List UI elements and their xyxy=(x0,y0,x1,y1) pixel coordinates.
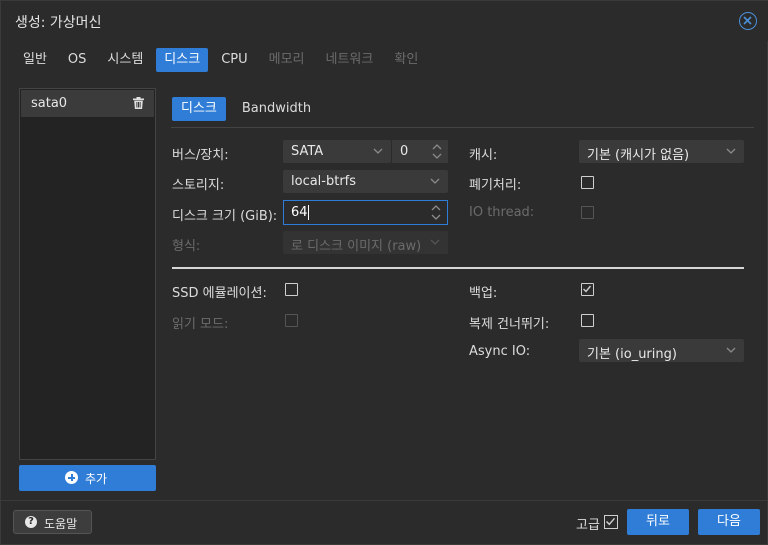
back-button[interactable]: 뒤로 xyxy=(627,509,689,535)
close-icon xyxy=(743,16,752,25)
chevron-down-icon xyxy=(430,239,440,245)
backup-label: 백업: xyxy=(469,286,498,301)
disk-size-label: 디스크 크기 (GiB): xyxy=(172,209,278,224)
device-number-value: 0 xyxy=(400,144,409,159)
skip-replication-checkbox[interactable] xyxy=(581,314,594,327)
help-label: 도움말 xyxy=(44,517,78,531)
footer-separator xyxy=(1,500,768,501)
format-select-value: 로 디스크 이미지 (raw) xyxy=(291,239,422,254)
tab-confirm: 확인 xyxy=(394,52,419,67)
subtab-separator xyxy=(171,127,754,128)
create-vm-dialog: 생성: 가상머신 일반 OS 시스템 디스크 CPU 메모리 네트워크 확인 s… xyxy=(0,0,768,545)
read-only-checkbox xyxy=(285,314,298,327)
storage-label: 스토리지: xyxy=(172,178,225,193)
plus-circle-icon xyxy=(65,471,78,484)
disk-list-item[interactable]: sata0 xyxy=(21,90,154,117)
subtab-bandwidth[interactable]: Bandwidth xyxy=(233,97,320,121)
cache-select-value: 기본 (캐시가 없음) xyxy=(587,148,690,163)
checkmark-icon xyxy=(583,285,592,293)
discard-checkbox[interactable] xyxy=(581,176,594,189)
ssd-emulation-checkbox[interactable] xyxy=(285,283,298,296)
tab-network: 네트워크 xyxy=(325,52,374,67)
format-select: 로 디스크 이미지 (raw) xyxy=(283,231,448,254)
close-button[interactable] xyxy=(739,12,757,30)
chevron-down-icon xyxy=(373,148,383,154)
ssd-emulation-label: SSD 에뮬레이션: xyxy=(172,286,267,301)
advanced-checkbox[interactable] xyxy=(604,515,618,529)
trash-icon[interactable] xyxy=(133,97,144,109)
format-label: 형식: xyxy=(172,239,201,254)
cache-label: 캐시: xyxy=(469,148,498,163)
help-button[interactable]: ? 도움말 xyxy=(13,510,92,534)
cache-select[interactable]: 기본 (캐시가 없음) xyxy=(579,140,744,163)
async-io-select-value: 기본 (io_uring) xyxy=(587,347,677,362)
subtab-disk[interactable]: 디스크 xyxy=(172,97,226,121)
tab-cpu[interactable]: CPU xyxy=(213,48,255,72)
device-number-spinner[interactable]: 0 xyxy=(392,140,448,163)
next-button[interactable]: 다음 xyxy=(698,509,760,535)
backup-checkbox[interactable] xyxy=(581,283,594,296)
disk-list: sata0 xyxy=(19,88,156,460)
tab-general[interactable]: 일반 xyxy=(15,48,55,72)
io-thread-checkbox xyxy=(581,206,594,219)
title-bar: 생성: 가상머신 xyxy=(1,1,768,41)
add-disk-label: 추가 xyxy=(85,472,108,486)
disk-size-value: 64 xyxy=(291,205,308,220)
read-only-label: 읽기 모드: xyxy=(172,317,229,332)
tab-system[interactable]: 시스템 xyxy=(99,48,151,72)
window-title: 생성: 가상머신 xyxy=(15,15,102,31)
bus-device-label: 버스/장치: xyxy=(172,148,229,163)
question-circle-icon: ? xyxy=(25,516,37,528)
chevron-down-icon xyxy=(726,148,736,154)
spinner-arrows-icon[interactable] xyxy=(431,204,441,221)
disk-size-input[interactable]: 64 xyxy=(283,200,448,225)
spinner-arrows-icon[interactable] xyxy=(432,143,442,160)
tab-memory: 메모리 xyxy=(268,52,305,67)
disk-subtabs: 디스크 Bandwidth xyxy=(172,97,327,121)
bus-select-value: SATA xyxy=(291,144,324,159)
disk-item-label: sata0 xyxy=(31,96,68,111)
section-divider xyxy=(172,267,744,269)
async-io-label: Async IO: xyxy=(469,344,531,359)
discard-label: 폐기처리: xyxy=(469,178,522,193)
checkmark-icon xyxy=(606,517,616,526)
storage-select[interactable]: local-btrfs xyxy=(283,170,448,193)
advanced-label: 고급 xyxy=(576,518,600,533)
async-io-select[interactable]: 기본 (io_uring) xyxy=(579,339,744,362)
tab-disks[interactable]: 디스크 xyxy=(156,48,209,72)
chevron-down-icon xyxy=(726,347,736,353)
skip-replication-label: 복제 건너뛰기: xyxy=(469,317,550,332)
wizard-tabs: 일반 OS 시스템 디스크 CPU 메모리 네트워크 확인 xyxy=(15,48,431,72)
storage-select-value: local-btrfs xyxy=(291,174,357,189)
chevron-down-icon xyxy=(430,178,440,184)
io-thread-label: IO thread: xyxy=(469,205,535,220)
bus-select[interactable]: SATA xyxy=(283,140,391,163)
text-caret xyxy=(308,205,309,220)
add-disk-button[interactable]: 추가 xyxy=(19,465,156,491)
tab-os[interactable]: OS xyxy=(60,48,94,72)
